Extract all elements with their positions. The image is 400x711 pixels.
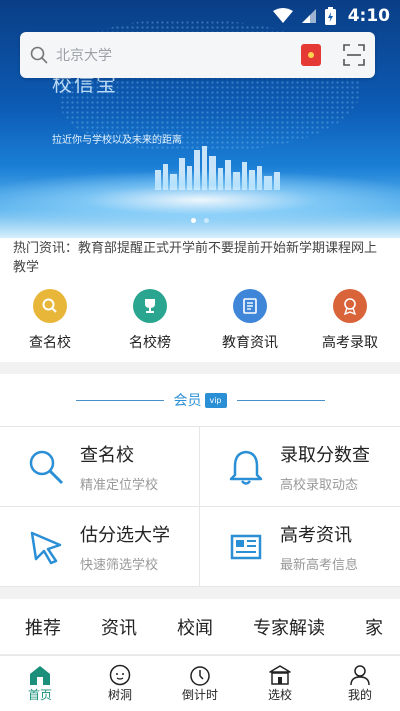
feature-subtitle: 最新高考信息 xyxy=(280,557,359,573)
nav-countdown[interactable]: 倒计时 xyxy=(160,656,240,711)
feature-title: 高考资讯 xyxy=(280,524,352,546)
nav-home[interactable]: 首页 xyxy=(0,656,80,711)
nav-treehole[interactable]: 树洞 xyxy=(80,656,160,711)
feature-admission-scores[interactable]: 录取分数查 高校录取动态 xyxy=(200,427,400,507)
search-icon xyxy=(33,289,67,323)
pagination-dot-active xyxy=(191,218,196,223)
timer-icon xyxy=(190,666,210,686)
bell-icon xyxy=(224,445,268,489)
member-feature-grid: 查名校 精准定位学校 录取分数查 高校录取动态 估分选大学 快速筛选学校 高考资… xyxy=(0,426,400,587)
news-ticker[interactable]: 热门资讯：教育部提醒正式开学前不要提前开始新学期课程网上教学 xyxy=(0,238,400,282)
quick-nav-label: 教育资讯 xyxy=(222,335,278,351)
banner-pagination xyxy=(0,218,400,223)
tab-expert[interactable]: 专家解读 xyxy=(253,614,325,640)
tab-news[interactable]: 资讯 xyxy=(101,614,137,640)
magnifier-icon xyxy=(24,445,68,489)
feature-title: 录取分数查 xyxy=(280,444,370,466)
vip-card-icon: vip xyxy=(204,392,227,408)
tab-more[interactable]: 家 xyxy=(365,614,383,640)
search-bar[interactable]: 北京大学 xyxy=(20,32,375,78)
feature-title: 估分选大学 xyxy=(80,524,170,546)
quick-nav-item-admission[interactable]: 高考录取 xyxy=(300,282,400,362)
school-icon xyxy=(269,665,291,685)
feature-subtitle: 精准定位学校 xyxy=(80,477,159,493)
wifi-icon xyxy=(272,8,293,23)
nav-label: 我的 xyxy=(347,688,372,702)
nav-choose-school[interactable]: 选校 xyxy=(240,656,320,711)
signal-icon xyxy=(301,9,316,23)
nav-label: 树洞 xyxy=(107,688,132,702)
quick-nav-item-ranking[interactable]: 名校榜 xyxy=(100,282,200,362)
red-packet-icon[interactable] xyxy=(301,44,321,66)
feature-subtitle: 快速筛选学校 xyxy=(80,557,159,573)
cursor-icon xyxy=(24,525,68,569)
newspaper-icon xyxy=(224,525,268,569)
quick-nav-item-search-school[interactable]: 查名校 xyxy=(0,282,100,362)
search-icon xyxy=(30,46,48,64)
battery-charging-icon xyxy=(324,7,336,25)
feature-subtitle: 高校录取动态 xyxy=(280,477,359,493)
member-header: 会员 vip xyxy=(0,374,400,426)
quick-nav-item-education-news[interactable]: 教育资讯 xyxy=(200,282,300,362)
tab-recommend[interactable]: 推荐 xyxy=(25,614,61,640)
status-bar: 4:10 xyxy=(0,0,400,32)
trophy-icon xyxy=(133,289,167,323)
news-icon xyxy=(233,289,267,323)
quick-nav-label: 查名校 xyxy=(29,335,71,351)
feature-score-estimate[interactable]: 估分选大学 快速筛选学校 xyxy=(0,507,200,587)
medal-icon xyxy=(333,289,367,323)
pagination-dot xyxy=(204,218,209,223)
divider xyxy=(75,399,164,401)
clock-time: 4:10 xyxy=(347,6,390,26)
member-title-text: 会员 xyxy=(173,393,202,409)
divider xyxy=(236,399,325,401)
content-tabs: 推荐 资讯 校闻 专家解读 家 xyxy=(0,599,400,655)
feature-title: 查名校 xyxy=(80,444,134,466)
quick-nav-label: 名校榜 xyxy=(129,335,171,351)
quick-nav: 查名校 名校榜 教育资讯 高考录取 xyxy=(0,282,400,362)
bottom-nav: 首页 树洞 倒计时 选校 我的 xyxy=(0,655,400,711)
nav-label: 倒计时 xyxy=(181,688,218,702)
home-icon xyxy=(30,666,50,685)
feature-search-school[interactable]: 查名校 精准定位学校 xyxy=(0,427,200,507)
search-input[interactable]: 北京大学 xyxy=(56,45,301,65)
member-section: 会员 vip 查名校 精准定位学校 录取分数查 高校录取动态 估分选大学 快速筛… xyxy=(0,374,400,587)
nav-label: 选校 xyxy=(267,688,292,702)
feature-gaokao-news[interactable]: 高考资讯 最新高考信息 xyxy=(200,507,400,587)
quick-nav-label: 高考录取 xyxy=(322,335,378,351)
scan-icon[interactable] xyxy=(343,44,365,66)
user-icon xyxy=(350,665,370,686)
tab-campus-news[interactable]: 校闻 xyxy=(177,614,213,640)
member-title: 会员 vip xyxy=(174,390,227,410)
nav-label: 首页 xyxy=(27,688,52,702)
nav-profile[interactable]: 我的 xyxy=(320,656,400,711)
face-icon xyxy=(109,664,131,686)
